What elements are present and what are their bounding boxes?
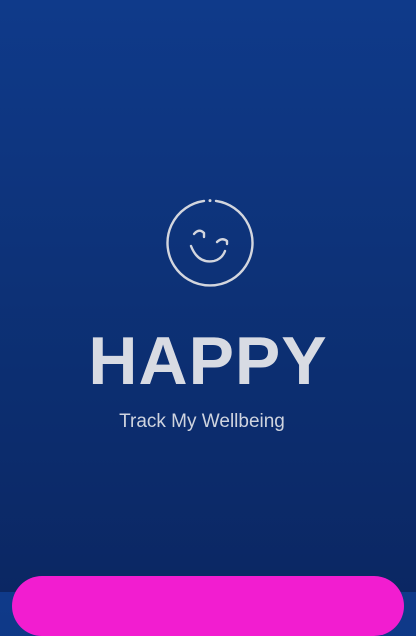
winking-smiley-icon <box>164 197 256 289</box>
app-tagline: Track My Wellbeing <box>119 411 285 432</box>
app-title: HAPPY <box>88 323 328 399</box>
get-started-button[interactable] <box>12 576 404 636</box>
splash-screen: HAPPY Track My Wellbeing <box>0 0 416 636</box>
